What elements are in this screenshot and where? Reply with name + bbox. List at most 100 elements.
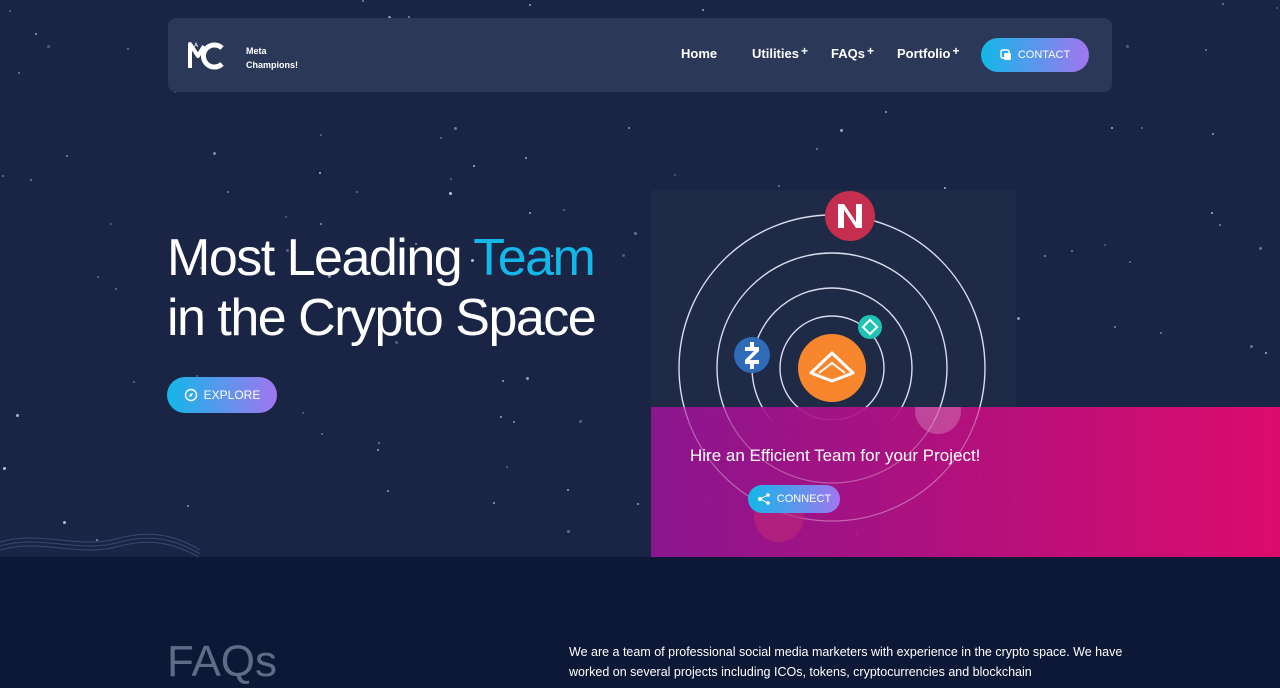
navbar: A Meta Champions! Home Utilities + FAQs + … [168, 18, 1112, 92]
hero-headline: Most Leading Team in the Crypto Space [167, 228, 597, 348]
star [16, 414, 19, 417]
star [1265, 352, 1267, 354]
star [500, 416, 502, 418]
star [35, 33, 37, 35]
svg-text:A: A [194, 42, 199, 49]
brand-name: Meta Champions! [246, 44, 316, 72]
star [1104, 244, 1106, 246]
explore-label: EXPLORE [203, 388, 261, 402]
star [1259, 247, 1262, 250]
star [563, 209, 565, 211]
hire-orbit-overlay [683, 407, 981, 542]
faq-title: FAQs [167, 637, 278, 686]
plus-icon: + [866, 44, 874, 58]
star [356, 191, 358, 193]
star [628, 127, 630, 129]
star [440, 137, 442, 139]
star [506, 466, 508, 468]
star [778, 185, 780, 187]
coin-center-icon [798, 334, 866, 402]
wave-decoration [0, 533, 200, 557]
star [227, 191, 229, 193]
plus-icon: + [800, 44, 808, 58]
star [674, 174, 676, 176]
star [127, 48, 129, 50]
star [529, 212, 531, 214]
star [18, 72, 20, 74]
star [1212, 133, 1214, 135]
star [115, 288, 117, 290]
star [320, 134, 322, 136]
hire-title: Hire an Efficient Team for your Project! [690, 446, 981, 465]
star [30, 179, 32, 181]
hero-section: A Meta Champions! Home Utilities + FAQs + … [0, 0, 1280, 557]
contact-label: CONTACT [1017, 49, 1071, 61]
nav-utilities[interactable]: Utilities + [752, 44, 808, 61]
star [579, 420, 582, 423]
explore-button[interactable]: EXPLORE [167, 377, 277, 413]
star [2, 175, 4, 177]
nav-home-label: Home [681, 46, 718, 61]
connect-button[interactable]: CONNECT [748, 485, 840, 513]
star [378, 442, 380, 444]
star [387, 490, 389, 492]
star [66, 155, 68, 157]
star [1222, 3, 1224, 5]
star [513, 421, 515, 423]
headline-accent: Team [473, 229, 596, 287]
contact-button[interactable]: CONTACT [981, 38, 1089, 72]
star [1211, 212, 1213, 214]
headline-line-2: in the Crypto Space [167, 289, 597, 347]
nav-utilities-label: Utilities [752, 46, 799, 61]
star [840, 129, 843, 132]
star [1219, 224, 1221, 226]
star [9, 10, 11, 12]
star [302, 412, 304, 414]
star [187, 505, 189, 507]
star [637, 503, 639, 505]
brand-line-2: Champions! [246, 60, 299, 70]
explore-icon [184, 388, 197, 402]
star [377, 449, 379, 451]
star [1114, 326, 1116, 328]
nav-portfolio[interactable]: Portfolio + [897, 44, 960, 61]
star [525, 157, 527, 159]
nav-faqs[interactable]: FAQs + [831, 44, 874, 61]
star [529, 4, 531, 6]
star [473, 165, 475, 167]
star [285, 216, 287, 218]
star [320, 223, 322, 225]
connect-icon [757, 493, 770, 505]
star [944, 187, 946, 189]
headline-line-1: Most Leading Team [167, 228, 596, 288]
hire-panel: Hire an Efficient Team for your Project!… [651, 407, 1280, 557]
star [1160, 332, 1162, 334]
headline-part-1: Most Leading [167, 229, 474, 287]
faq-section: FAQs We are a team of professional socia… [0, 557, 1280, 688]
star [362, 0, 364, 2]
coin-small-icon [858, 315, 882, 339]
coin-z-icon [734, 337, 770, 373]
coin-n-icon [825, 191, 875, 241]
star [1071, 250, 1073, 252]
star [816, 148, 818, 150]
star [449, 192, 452, 195]
logo-icon[interactable]: A [188, 38, 228, 72]
nav-home[interactable]: Home [681, 46, 717, 61]
star [567, 489, 569, 491]
nav-portfolio-label: Portfolio [897, 46, 951, 61]
star [622, 254, 625, 257]
star [3, 467, 6, 470]
contact-icon [1000, 49, 1011, 60]
star [97, 276, 99, 278]
star [1250, 345, 1253, 348]
star [567, 530, 570, 533]
star [321, 433, 323, 435]
faq-text: We are a team of professional social med… [569, 645, 1123, 679]
star [110, 223, 112, 225]
star [885, 111, 887, 113]
star [133, 381, 135, 383]
plus-icon: + [952, 44, 960, 58]
star [1017, 317, 1020, 320]
star [450, 178, 452, 180]
